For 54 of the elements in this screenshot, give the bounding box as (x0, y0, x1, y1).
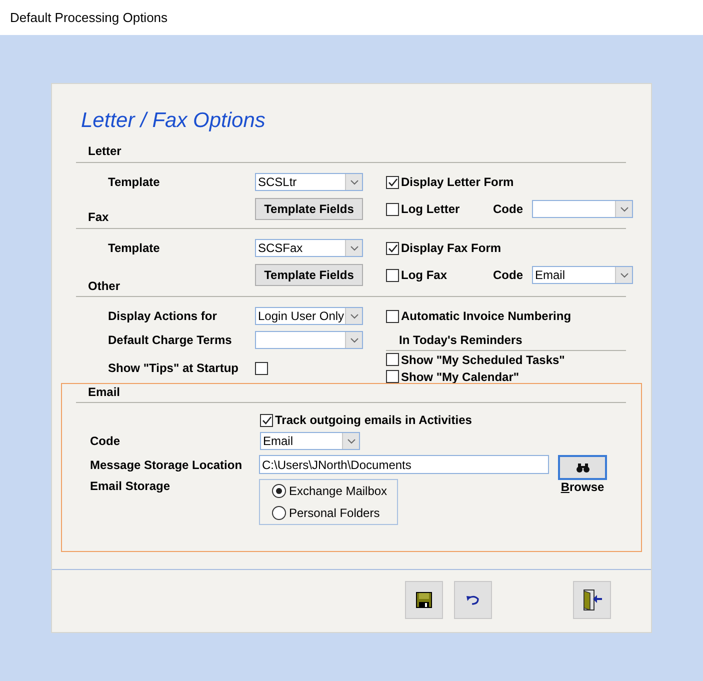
chevron-icon (350, 314, 358, 318)
radio-option[interactable]: Exchange Mailbox (272, 484, 397, 498)
checkbox[interactable]: Show "My Scheduled Tasks" (386, 352, 565, 366)
save-button[interactable] (405, 581, 443, 619)
field-label: Email Storage (90, 479, 170, 493)
field-label: Code (493, 202, 523, 216)
radio-option[interactable]: Personal Folders (272, 506, 397, 520)
template-combo[interactable]: SCSFax (255, 239, 363, 257)
chevron-icon (620, 206, 628, 212)
section-heading: Fax (87, 209, 109, 225)
checkbox[interactable]: Show "My Calendar" (386, 370, 520, 384)
chevron-icon (346, 438, 356, 444)
checkbox[interactable]: Log Fax (386, 268, 448, 282)
checkbox[interactable] (255, 362, 268, 374)
checkbox[interactable]: Log Letter (386, 202, 460, 216)
window-title: Default Processing Options (10, 10, 168, 25)
chevron-icon (350, 246, 358, 250)
undo-button[interactable] (454, 581, 492, 619)
exit-door-icon (581, 589, 603, 611)
field-label: Template (108, 241, 160, 255)
template-combo[interactable]: SCSLtr (255, 173, 363, 191)
checkmark-icon (262, 416, 272, 424)
field-label: Default Charge Terms (108, 333, 232, 347)
exit-button[interactable] (573, 581, 611, 619)
template-fields-button[interactable]: Template Fields (255, 198, 363, 220)
field-label: Display Actions for (108, 309, 217, 323)
chevron-icon (620, 272, 628, 278)
checkmark-icon (388, 244, 398, 252)
panel-title: Letter / Fax Options (80, 108, 266, 134)
field-label: Message Storage Location (90, 458, 242, 472)
code-combo[interactable]: Email (260, 432, 360, 450)
checkbox[interactable]: Display Fax Form (386, 241, 502, 255)
binoculars-icon (576, 462, 590, 472)
field-label: Template (108, 175, 160, 189)
storage-location-field[interactable]: C:\Users\JNorth\Documents (259, 455, 549, 474)
field-label: Show "Tips" at Startup (108, 361, 238, 375)
section-heading: Letter (87, 143, 122, 159)
field-label: Code (90, 434, 120, 448)
template-fields-button[interactable]: Template Fields (255, 264, 363, 286)
checkbox[interactable]: Display Letter Form (386, 175, 514, 189)
chevron-icon (350, 180, 358, 184)
checkbox[interactable]: Track outgoing emails in Activities (260, 413, 472, 427)
group-heading: In Today's Reminders (399, 332, 522, 346)
browse-button[interactable] (558, 455, 607, 480)
chevron-icon (350, 338, 358, 342)
browse-label: Browse (560, 480, 604, 494)
checkmark-icon (388, 178, 398, 186)
code-combo[interactable]: Email (532, 266, 633, 284)
undo-icon (466, 594, 480, 606)
section-heading: Email (87, 384, 120, 400)
display-actions-combo[interactable]: Login User Only (255, 307, 363, 325)
checkbox[interactable]: Automatic Invoice Numbering (386, 309, 572, 323)
field-label: Code (493, 268, 523, 282)
section-heading: Other (87, 278, 120, 294)
